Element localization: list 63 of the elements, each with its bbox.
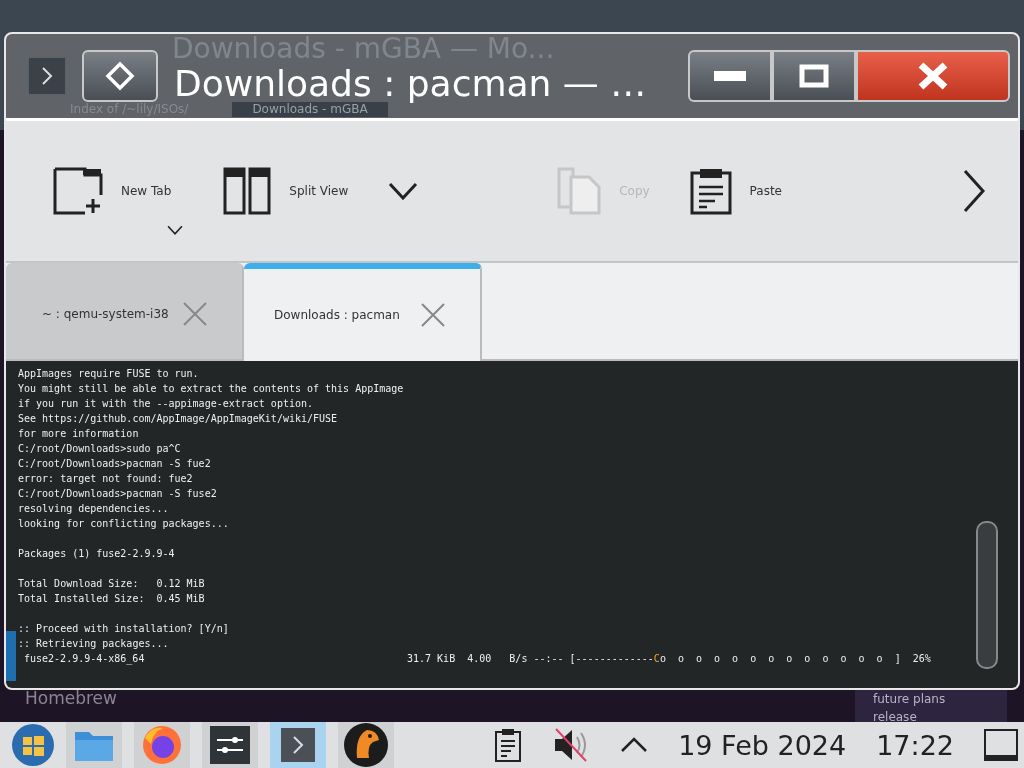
pacman-glyph: C: [653, 652, 660, 666]
terminal-icon: [281, 728, 315, 762]
terminal-line: if you run it with the --appimage-extract option.: [18, 397, 314, 411]
maximize-button[interactable]: [772, 50, 856, 102]
sliders-icon: [210, 726, 250, 764]
show-desktop-icon[interactable]: [984, 729, 1018, 761]
taskbar-app-button[interactable]: [202, 722, 258, 768]
minimize-button[interactable]: [688, 50, 772, 102]
terminal-line: C:/root/Downloads>pacman -S fuse2: [18, 487, 218, 501]
fox-globe-icon: [141, 724, 183, 766]
split-view-button[interactable]: Split View: [223, 167, 349, 215]
terminal-line: :: Proceed with installation? [Y/n]: [18, 622, 230, 636]
terminal-line: Total Download Size: 0.12 MiB: [18, 577, 206, 591]
dropdown-caret-icon: [167, 225, 184, 235]
diamond-icon: [105, 61, 135, 91]
terminal-line: AppImages require FUSE to run.: [18, 367, 200, 381]
terminal-line: C:/root/Downloads>pacman -S fue2: [18, 457, 212, 471]
maximize-icon: [799, 64, 829, 88]
terminal-line: resolving dependencies...: [18, 502, 170, 516]
sidebar-link[interactable]: future plans: [873, 692, 989, 706]
split-view-icon: [223, 167, 272, 215]
copy-icon: [557, 167, 602, 215]
taskbar-app-button[interactable]: [270, 722, 326, 768]
terminal-line: for more information: [18, 427, 140, 441]
terminal-line: Packages (1) fuse2-2.9.9-4: [18, 547, 176, 561]
paste-button[interactable]: Paste: [689, 167, 782, 215]
clipboard-icon[interactable]: [494, 727, 523, 763]
sidebar-link[interactable]: release: [873, 710, 989, 724]
terminal-line: See https://github.com/AppImage/AppImageKit/wiki/FUSE: [18, 412, 339, 426]
pin-button[interactable]: [82, 50, 158, 102]
dropdown-chevron-icon: [388, 182, 419, 200]
close-icon: [916, 61, 950, 91]
chevron-right-icon: [41, 66, 53, 86]
terminal-line: You might still be able to extract the contents of this AppImage: [18, 382, 405, 396]
terminal-line: Total Installed Size: 0.45 MiB: [18, 592, 206, 606]
scrollbar-handle[interactable]: [976, 521, 998, 669]
date-label[interactable]: 19 Feb 2024: [678, 729, 847, 761]
close-icon: [182, 301, 208, 327]
caret-up-icon[interactable]: [620, 737, 649, 753]
terminal-tab[interactable]: Downloads : pacman: [244, 263, 482, 361]
clock-label[interactable]: 17:22: [876, 729, 954, 761]
terminal-line: C:/root/Downloads>sudo pa^C: [18, 442, 182, 456]
clipboard-icon: [689, 167, 732, 215]
download-stats: 31.7 KiB 4.00 B/s --:-- [-------------: [407, 652, 654, 666]
progress-dots: o o o o o o o o o o o o o ]: [659, 652, 901, 666]
menu-button[interactable]: [28, 57, 66, 95]
start-orb-icon[interactable]: [11, 723, 55, 767]
package-name: fuse2-2.9.9-4-x86_64: [23, 652, 146, 666]
minimize-icon: [714, 71, 746, 81]
new-tab-icon: [53, 167, 103, 215]
window-title: Downloads : pacman — …: [174, 62, 648, 104]
terminal-line: looking for conflicting packages...: [18, 517, 230, 531]
taskbar-app-button[interactable]: [338, 722, 394, 768]
browser-tab[interactable]: Downloads - mGBA: [232, 102, 388, 117]
terminal-line: :: Retrieving packages...: [18, 637, 170, 651]
close-icon: [420, 302, 446, 328]
page-heading: Homebrew: [25, 688, 117, 708]
new-tab-button[interactable]: New Tab: [53, 167, 172, 215]
more-chevron-icon[interactable]: [962, 169, 986, 213]
terminal-tab[interactable]: ~ : qemu-system-i38: [6, 263, 244, 361]
terminal-line: error: target not found: fue2: [18, 472, 194, 486]
close-button[interactable]: [856, 50, 1010, 102]
progress-percent: 26%: [912, 652, 931, 666]
